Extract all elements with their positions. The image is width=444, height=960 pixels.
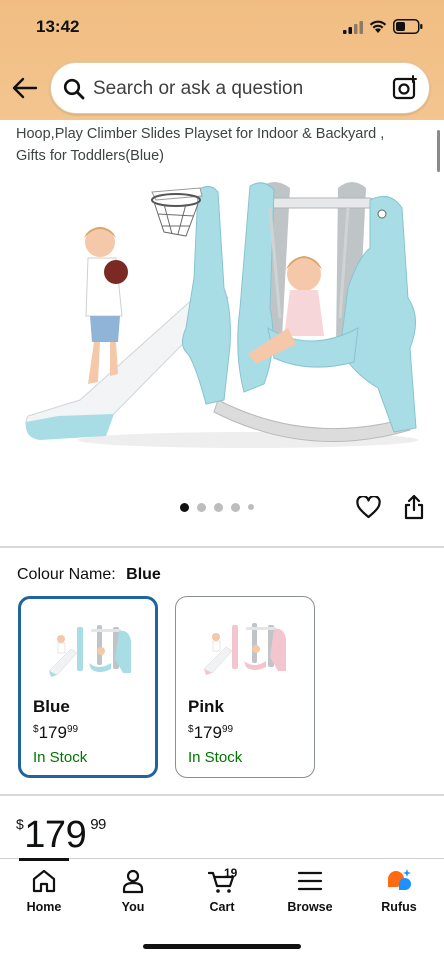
product-image[interactable] [18, 178, 424, 468]
status-bar: 13:42 [0, 0, 444, 56]
back-arrow-icon[interactable] [10, 74, 40, 102]
colour-name-label: Colour Name: Blue [17, 566, 161, 584]
rufus-icon [388, 869, 411, 890]
search-input[interactable] [93, 73, 383, 105]
variant-price: $17999 [33, 723, 78, 743]
tab-cart[interactable]: 19 Cart [182, 866, 262, 923]
camera-search-icon[interactable] [392, 75, 418, 101]
carousel-dot[interactable] [214, 502, 223, 512]
carousel-dot[interactable] [180, 502, 189, 512]
colour-option-blue[interactable]: Blue $17999 In Stock [18, 596, 158, 778]
carousel-dot[interactable] [197, 502, 206, 512]
carousel-dot[interactable] [248, 504, 254, 510]
home-icon [32, 869, 56, 893]
tab-label: Rufus [381, 900, 417, 914]
carousel-dot[interactable] [231, 502, 240, 512]
price-underline [19, 858, 69, 861]
scrollbar-thumb[interactable] [437, 130, 440, 172]
person-icon [122, 869, 144, 894]
pink-variant-thumbnail [203, 623, 286, 675]
section-divider [0, 794, 444, 796]
variant-price: $17999 [188, 723, 233, 743]
price-cents: 99 [90, 816, 106, 833]
search-icon [63, 78, 85, 100]
heart-icon[interactable] [356, 496, 381, 519]
tab-rufus[interactable]: Rufus [359, 867, 439, 923]
app-header: 13:42 [0, 0, 444, 120]
wifi-icon [369, 20, 387, 33]
selected-colour-value: Blue [126, 566, 161, 583]
variant-name: Pink [188, 697, 224, 716]
price-currency: $ [16, 816, 24, 832]
tab-home[interactable]: Home [4, 867, 84, 923]
share-icon[interactable] [403, 494, 425, 520]
product-price: $179 99 [16, 814, 106, 857]
tab-label: You [121, 900, 145, 914]
price-whole: 179 [24, 814, 87, 856]
product-title: Hoop,Play Climber Slides Playset for Ind… [16, 126, 385, 164]
variant-price-cents: 99 [66, 724, 79, 735]
colour-option-pink[interactable]: Pink $17999 In Stock [175, 596, 315, 778]
tab-browse[interactable]: Browse [270, 867, 350, 923]
variant-price-cents: 99 [221, 724, 234, 735]
cart-count-badge: 19 [224, 866, 238, 880]
variant-price-whole: 179 [193, 723, 222, 742]
section-divider [0, 546, 444, 548]
search-bar[interactable] [50, 62, 430, 114]
blue-variant-thumbnail [48, 625, 131, 677]
variant-name: Blue [33, 697, 70, 716]
variant-stock-status: In Stock [188, 749, 243, 766]
variant-stock-status: In Stock [33, 749, 88, 766]
home-indicator[interactable] [143, 944, 301, 949]
image-carousel-dots[interactable] [180, 502, 254, 512]
battery-icon [393, 19, 423, 34]
colour-label-text: Colour Name: [17, 566, 116, 583]
tab-label: Home [26, 900, 62, 914]
tab-label: Browse [287, 900, 333, 914]
tab-label: Cart [209, 900, 235, 914]
cellular-signal-icon [343, 21, 363, 34]
menu-icon [297, 871, 323, 891]
status-time: 13:42 [36, 17, 80, 36]
variant-price-whole: 179 [38, 723, 67, 742]
tab-you[interactable]: You [93, 867, 173, 923]
